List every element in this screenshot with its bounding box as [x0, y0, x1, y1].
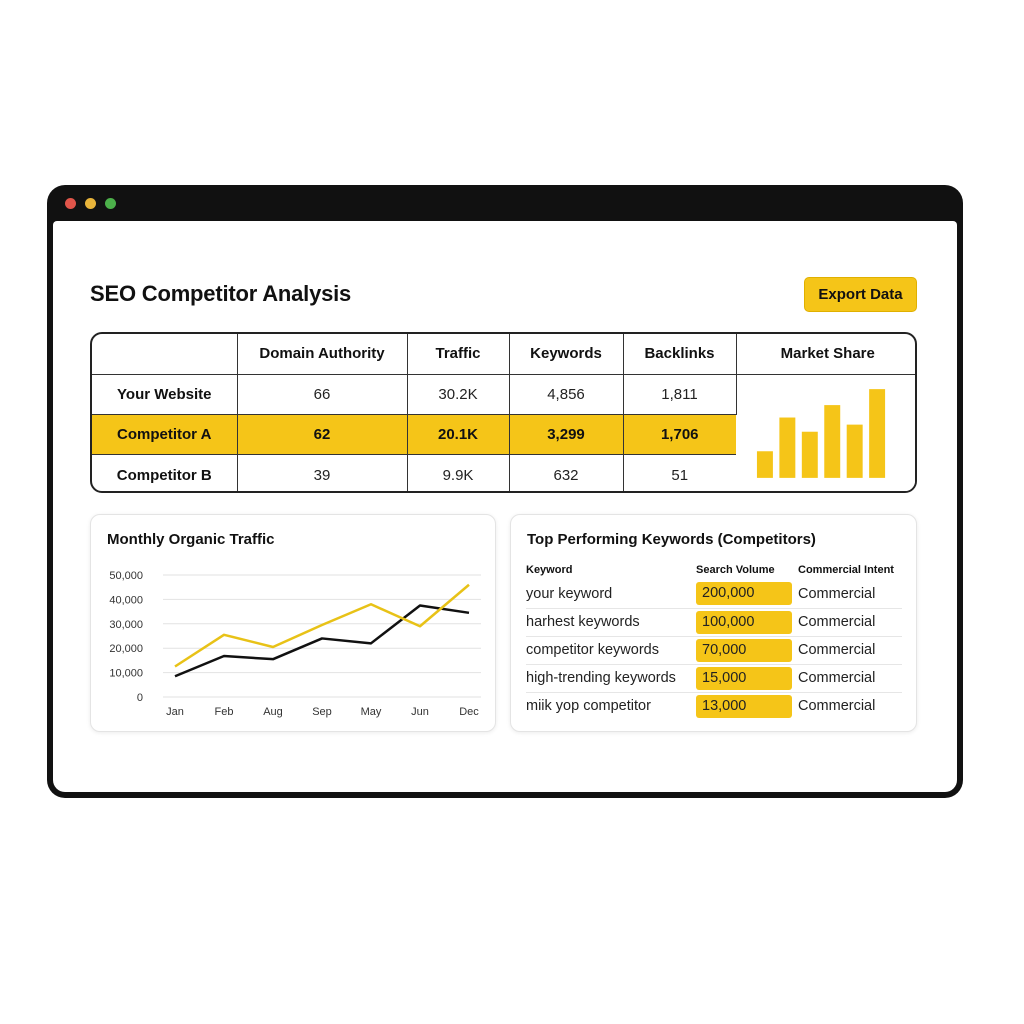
- backlinks-cell: 1,811: [623, 374, 737, 415]
- keyword-row[interactable]: miik yop competitor 13,000 Commercial: [526, 692, 902, 720]
- keyword-text: your keyword: [526, 580, 696, 609]
- y-tick-label: 10,000: [109, 668, 143, 680]
- keyword-row[interactable]: harhest keywords 100,000 Commercial: [526, 608, 902, 637]
- column-header-backlinks[interactable]: Backlinks: [623, 334, 737, 375]
- traffic-cell: 9.9K: [407, 454, 510, 491]
- domain-authority-cell: 62: [237, 414, 408, 456]
- maximize-window-button[interactable]: [105, 198, 116, 209]
- market-share-bar: [756, 450, 773, 478]
- minimize-window-button[interactable]: [85, 198, 96, 209]
- monthly-traffic-panel: Monthly Organic Traffic 0 10,000 20,000 30,…: [90, 514, 496, 732]
- competitor-table: Domain Authority Traffic Keywords Backli…: [90, 332, 917, 493]
- x-tick-label: Jan: [166, 706, 184, 718]
- export-data-button[interactable]: Export Data: [804, 277, 917, 312]
- market-share-bar: [778, 417, 795, 478]
- keyword-row[interactable]: competitor keywords 70,000 Commercial: [526, 636, 902, 665]
- dashboard-content: SEO Competitor Analysis Export Data Doma…: [53, 221, 957, 792]
- keywords-cell: 632: [509, 454, 624, 491]
- x-tick-label: Sep: [312, 706, 332, 718]
- traffic-series-line-2: [174, 583, 470, 668]
- search-volume-badge: 13,000: [696, 694, 792, 718]
- row-name: Competitor B: [92, 454, 238, 491]
- intent-text: Commercial: [798, 608, 902, 637]
- row-name: Your Website: [92, 374, 238, 415]
- search-volume-badge: 200,000: [696, 582, 792, 606]
- table-row[interactable]: Your Website 66 30.2K 4,856 1,811: [92, 374, 915, 491]
- keywords-table: Keyword Search Volume Commercial Intent …: [526, 560, 902, 720]
- search-volume-badge: 70,000: [696, 638, 792, 662]
- traffic-series-line-1: [174, 604, 470, 678]
- x-tick-label: Jun: [411, 706, 429, 718]
- keyword-text: competitor keywords: [526, 636, 696, 665]
- intent-text: Commercial: [798, 698, 876, 715]
- keyword-row[interactable]: high-trending keywords 15,000 Commercial: [526, 664, 902, 693]
- market-share-chart: [756, 388, 885, 478]
- table-header-row: Domain Authority Traffic Keywords Backli…: [92, 334, 915, 375]
- app-window: SEO Competitor Analysis Export Data Doma…: [47, 185, 963, 798]
- traffic-cell: 20.1K: [407, 414, 510, 456]
- market-share-chart-cell: [736, 374, 915, 491]
- domain-authority-cell: 66: [237, 374, 408, 415]
- x-tick-label: May: [361, 706, 382, 718]
- market-share-bar: [823, 404, 840, 478]
- commercial-intent-column-header: Commercial Intent: [798, 564, 894, 576]
- x-tick-label: Aug: [263, 706, 283, 718]
- top-keywords-title: Top Performing Keywords (Competitors): [527, 531, 816, 548]
- y-tick-label: 50,000: [109, 570, 143, 582]
- column-header-traffic[interactable]: Traffic: [407, 334, 510, 375]
- market-share-bar: [801, 431, 818, 478]
- y-tick-label: 30,000: [109, 619, 143, 631]
- backlinks-cell: 1,706: [623, 414, 736, 456]
- keyword-text: high-trending keywords: [526, 664, 696, 693]
- top-keywords-panel: Top Performing Keywords (Competitors) Ke…: [510, 514, 917, 732]
- search-volume-badge: 15,000: [696, 666, 792, 690]
- keywords-cell: 3,299: [509, 414, 624, 456]
- keyword-column-header: Keyword: [526, 564, 573, 576]
- y-tick-label: 20,000: [109, 643, 143, 655]
- market-share-bar: [846, 424, 863, 478]
- y-tick-label: 40,000: [109, 594, 143, 606]
- intent-text: Commercial: [798, 636, 902, 665]
- column-header-domain-authority[interactable]: Domain Authority: [237, 334, 408, 375]
- intent-text: Commercial: [798, 580, 902, 609]
- x-tick-label: Feb: [215, 706, 234, 718]
- search-volume-badge: 100,000: [696, 610, 792, 634]
- backlinks-cell: 51: [671, 466, 689, 484]
- column-header-market-share[interactable]: Market Share: [736, 334, 915, 375]
- intent-text: Commercial: [798, 664, 902, 693]
- column-header-name: [92, 334, 238, 375]
- x-tick-label: Dec: [459, 706, 479, 718]
- monthly-traffic-chart: 0 10,000 20,000 30,000 40,000 50,000 Jan Feb Aug…: [109, 570, 481, 718]
- y-tick-label: 0: [137, 692, 143, 704]
- traffic-cell: 30.2K: [407, 374, 510, 415]
- keyword-text: harhest keywords: [526, 608, 696, 637]
- page-title: SEO Competitor Analysis: [90, 281, 352, 306]
- keyword-text: miik yop competitor: [526, 698, 651, 715]
- domain-authority-cell: 39: [237, 454, 408, 491]
- row-name: Competitor A: [92, 414, 238, 456]
- column-header-keywords[interactable]: Keywords: [509, 334, 624, 375]
- keywords-cell: 4,856: [509, 374, 624, 415]
- market-share-bar: [868, 388, 885, 478]
- close-window-button[interactable]: [65, 198, 76, 209]
- keywords-header-row: Keyword Search Volume Commercial Intent: [526, 560, 902, 580]
- window-titlebar: [47, 185, 963, 221]
- keyword-row[interactable]: your keyword 200,000 Commercial: [526, 580, 902, 609]
- search-volume-column-header: Search Volume: [696, 564, 775, 576]
